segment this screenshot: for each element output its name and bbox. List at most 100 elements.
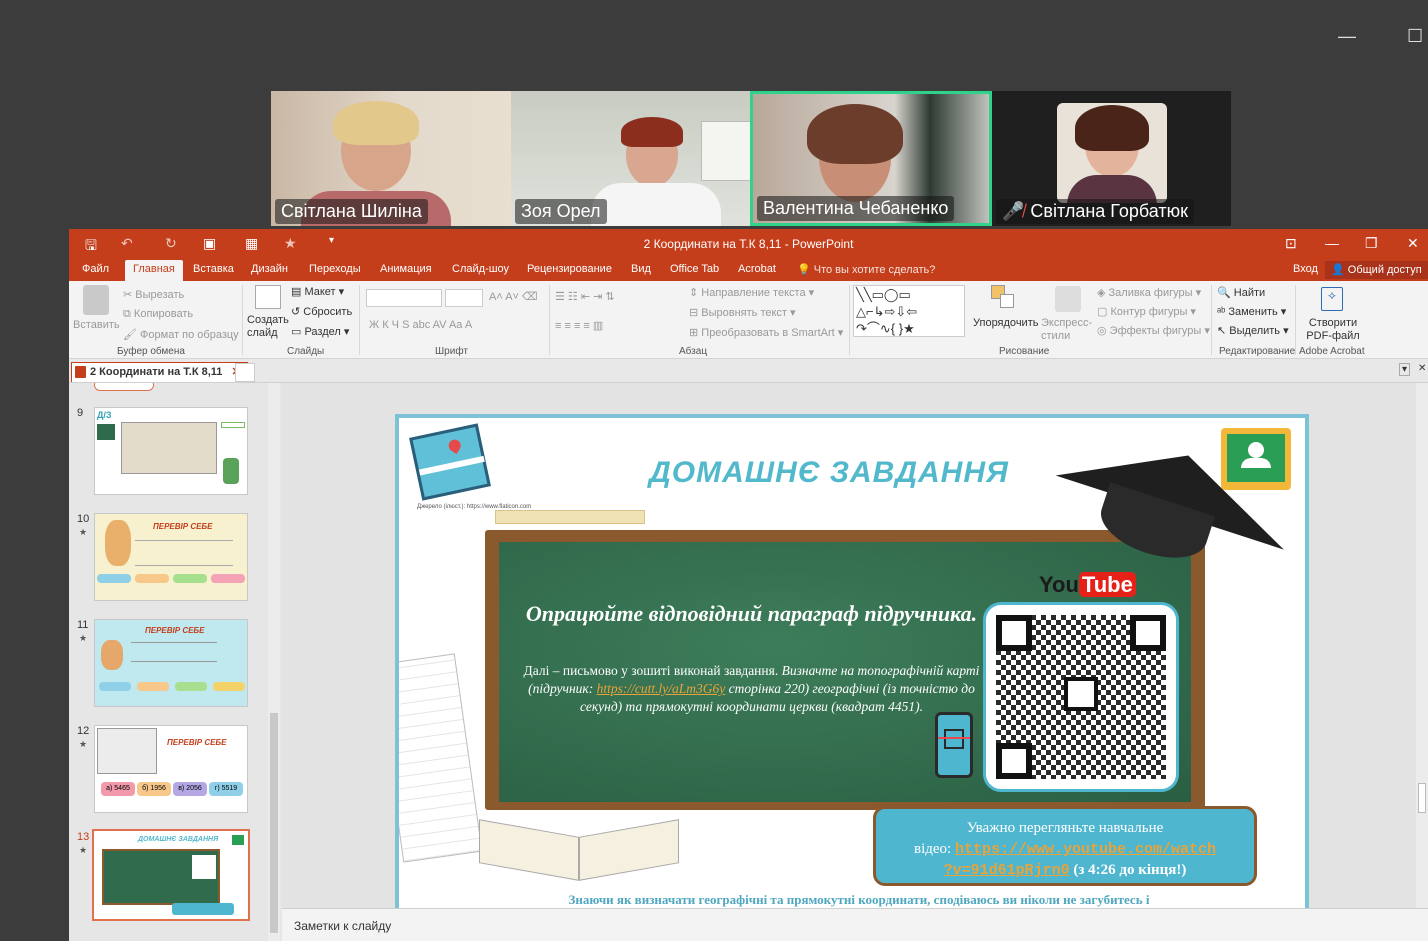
slide-thumbnail-13-selected[interactable]: ДОМАШНЄ ЗАВДАННЯ bbox=[92, 829, 250, 921]
participant-avatar bbox=[1057, 103, 1167, 203]
close-doc-icon[interactable]: ✕ bbox=[1418, 363, 1426, 374]
participant-hair bbox=[333, 101, 419, 145]
section-button[interactable]: ▭ Раздел ▾ bbox=[291, 325, 349, 338]
slide-13[interactable]: Джерело (ілюст.): https://www.flaticon.c… bbox=[395, 414, 1309, 908]
video-link[interactable]: https://www.youtube.com/watch bbox=[955, 841, 1216, 858]
slide-thumbnail-10[interactable]: ПЕРЕВІР СЕБЕ bbox=[94, 513, 248, 601]
powerpoint-window: 🖫 ↶ ↻ ▣ ▦ ★ ▾ 2 Координати на Т.К 8,11 -… bbox=[69, 229, 1428, 941]
video-link-cont[interactable]: ?v=91d61pRjrn0 bbox=[944, 862, 1070, 879]
tab-design[interactable]: Дизайн bbox=[251, 263, 288, 275]
video-tile-3-active[interactable]: Валентина Чебаненко bbox=[750, 91, 992, 226]
participant-name: Валентина Чебаненко bbox=[757, 196, 955, 221]
slide-thumbnail-11[interactable]: ПЕРЕВІР СЕБЕ bbox=[94, 619, 248, 707]
board-instructions: Далі – письмово у зошиті виконай завданн… bbox=[523, 663, 980, 714]
arrange-icon[interactable] bbox=[991, 285, 1017, 311]
replace-button[interactable]: ᵃᵇ Заменить ▾ bbox=[1217, 305, 1286, 318]
tab-home[interactable]: Главная bbox=[125, 260, 183, 281]
signin-link[interactable]: Вход bbox=[1293, 263, 1318, 275]
list-buttons[interactable]: ☰ ☷ ⇤ ⇥ ⇅ bbox=[555, 290, 615, 303]
thumb-number: 12 bbox=[77, 725, 90, 737]
thumbnails-scrollbar[interactable] bbox=[268, 383, 280, 941]
tab-slideshow[interactable]: Слайд-шоу bbox=[452, 263, 509, 275]
ruler-icon bbox=[495, 510, 645, 524]
paste-button[interactable]: Вставить bbox=[73, 319, 120, 331]
thumb-number: 9 bbox=[77, 407, 84, 419]
textbook-link[interactable]: https://cutt.ly/aLm3G6y bbox=[597, 681, 726, 696]
video-instructions-box: Уважно перегляньте навчальне відео: http… bbox=[873, 806, 1257, 886]
document-tab[interactable]: 2 Координати на Т.К 8,11 ✕ bbox=[71, 362, 248, 382]
video-tile-1[interactable]: Світлана Шиліна bbox=[271, 91, 511, 226]
ppt-titlebar: 🖫 ↶ ↻ ▣ ▦ ★ ▾ 2 Координати на Т.К 8,11 -… bbox=[69, 229, 1428, 260]
smartart-button[interactable]: ⊞ Преобразовать в SmartArt ▾ bbox=[689, 326, 843, 339]
quick-styles-icon[interactable] bbox=[1055, 286, 1081, 312]
phone-scan-icon bbox=[935, 712, 973, 778]
tab-view[interactable]: Вид bbox=[631, 263, 651, 275]
map-icon bbox=[409, 423, 491, 501]
font-size-input[interactable] bbox=[445, 289, 483, 307]
quick-styles-button[interactable]: Экспресс-стили bbox=[1041, 317, 1095, 343]
pdf-icon[interactable]: ⟡ bbox=[1321, 287, 1343, 311]
participant-hair bbox=[621, 117, 683, 147]
share-button[interactable]: 👤 Общий доступ bbox=[1325, 261, 1428, 279]
tab-acrobat[interactable]: Acrobat bbox=[738, 263, 776, 275]
reset-button[interactable]: ↺ Сбросить bbox=[291, 305, 352, 318]
thumb-number: 11 bbox=[77, 619, 89, 631]
video-tile-2[interactable]: Зоя Орел bbox=[511, 91, 750, 226]
ppt-restore-icon[interactable]: ❐ bbox=[1365, 235, 1378, 252]
tab-review[interactable]: Рецензирование bbox=[527, 263, 612, 275]
tab-transitions[interactable]: Переходы bbox=[309, 263, 361, 275]
font-grow-icon[interactable]: A˄ A˅ ⌫ bbox=[489, 290, 538, 303]
shape-fill-button[interactable]: ◈ Заливка фигуры ▾ bbox=[1097, 286, 1201, 299]
slide-scrollbar[interactable] bbox=[1416, 383, 1428, 908]
align-text-button[interactable]: ⊟ Выровнять текст ▾ bbox=[689, 306, 796, 319]
new-slide-button[interactable]: Создать слайд bbox=[247, 314, 291, 340]
slide-thumbnail-9[interactable]: Д/З bbox=[94, 407, 248, 495]
copy-button[interactable]: ⧉ Копировать bbox=[123, 308, 193, 321]
shapes-gallery[interactable]: ╲╲▭◯▭ △⌐↳⇨⇩⇦ ↷⌒∿{ }★ bbox=[853, 285, 965, 337]
shape-effects-button[interactable]: ◎ Эффекты фигуры ▾ bbox=[1097, 324, 1210, 337]
ppt-window-title: 2 Координати на Т.К 8,11 - PowerPoint bbox=[643, 237, 854, 251]
cut-button[interactable]: ✂ Вырезать bbox=[123, 288, 184, 301]
layout-button[interactable]: ▤ Макет ▾ bbox=[291, 285, 344, 298]
slides-group-label: Слайды bbox=[287, 346, 325, 357]
tab-insert[interactable]: Вставка bbox=[193, 263, 234, 275]
maximize-button[interactable]: ☐ bbox=[1407, 26, 1423, 47]
tab-animations[interactable]: Анимация bbox=[380, 263, 432, 275]
acrobat-group-label: Adobe Acrobat bbox=[1299, 346, 1365, 357]
tab-office-tab[interactable]: Office Tab bbox=[670, 263, 719, 275]
text-direction-button[interactable]: ⇕ Направление текста ▾ bbox=[689, 286, 814, 299]
arrange-button[interactable]: Упорядочить bbox=[973, 317, 1038, 329]
qr-code[interactable] bbox=[983, 602, 1179, 792]
ppt-close-icon[interactable]: ✕ bbox=[1407, 235, 1419, 252]
select-button[interactable]: ↖ Выделить ▾ bbox=[1217, 324, 1289, 337]
tab-list-dropdown[interactable]: ▾ bbox=[1399, 363, 1411, 376]
paste-icon[interactable] bbox=[83, 285, 109, 315]
new-slide-icon[interactable] bbox=[255, 285, 281, 309]
format-painter-button[interactable]: 🖌 Формат по образцу bbox=[123, 328, 239, 341]
slide-thumbnails-pane: 9 Д/З 10 ★ ПЕРЕВІР СЕБЕ 11 ★ ПЕРЕВІР СЕБ… bbox=[69, 383, 282, 941]
font-style-buttons[interactable]: Ж К Ч S abc AV Aa A bbox=[369, 319, 472, 331]
font-name-input[interactable] bbox=[366, 289, 442, 307]
paragraph-group-label: Абзац bbox=[679, 346, 708, 357]
ppt-minimize-icon[interactable]: — bbox=[1325, 235, 1339, 251]
tab-file[interactable]: Файл bbox=[82, 263, 109, 275]
slide-thumbnail-12[interactable]: ПЕРЕВІР СЕБЕ а) 5465 б) 1956 в) 2056 г) … bbox=[94, 725, 248, 813]
new-tab-button[interactable] bbox=[235, 363, 255, 382]
align-buttons[interactable]: ≡ ≡ ≡ ≡ ▥ bbox=[555, 319, 603, 332]
whiteboard bbox=[701, 121, 750, 181]
animation-star-icon: ★ bbox=[79, 633, 88, 643]
minimize-button[interactable]: — bbox=[1338, 26, 1356, 47]
shape-outline-button[interactable]: ▢ Контур фигуры ▾ bbox=[1097, 305, 1196, 318]
animation-star-icon: ★ bbox=[79, 845, 88, 855]
mic-muted-icon: 🎤̸ bbox=[1002, 201, 1025, 221]
editing-group-label: Редактирование bbox=[1219, 346, 1296, 357]
find-button[interactable]: 🔍 Найти bbox=[1217, 286, 1265, 299]
font-group-label: Шрифт bbox=[435, 346, 468, 357]
video-tile-4[interactable]: 🎤̸ Світлана Горбатюк bbox=[992, 91, 1231, 226]
ribbon-display-icon[interactable]: ⊡ bbox=[1285, 235, 1297, 252]
slide-footer-text: Знаючи як визначати географічні та прямо… bbox=[568, 892, 1150, 907]
tell-me-search[interactable]: 💡 Что вы хотите сделать? bbox=[797, 263, 935, 276]
create-pdf-button[interactable]: Створити PDF-файл bbox=[1303, 317, 1363, 343]
notes-pane[interactable]: Заметки к слайду bbox=[282, 908, 1428, 941]
board-heading: Опрацюйте відповідний параграф підручник… bbox=[525, 601, 978, 626]
